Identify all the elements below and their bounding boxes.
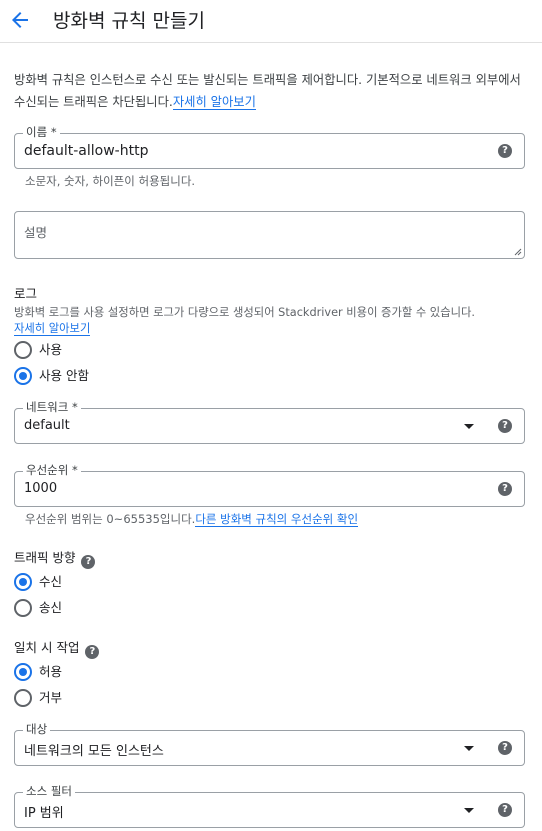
radio-circle-selected[interactable]	[14, 367, 32, 385]
logs-option-on-label: 사용	[39, 342, 63, 357]
action-title-text: 일치 시 작업	[14, 640, 80, 655]
help-icon[interactable]: ?	[498, 419, 512, 433]
name-value: default-allow-http	[24, 143, 149, 159]
radio-circle[interactable]	[14, 341, 32, 359]
priority-field[interactable]: 우선순위 * 1000 ?	[14, 463, 525, 507]
radio-circle-selected[interactable]	[14, 663, 32, 681]
name-hint: 소문자, 숫자, 하이픈이 허용됩니다.	[25, 174, 196, 188]
logs-title: 로그	[14, 286, 38, 301]
priority-hint-text: 우선순위 범위는 0~65535입니다.	[25, 512, 196, 526]
logs-learn-more-link[interactable]: 자세히 알아보기	[14, 322, 91, 336]
radio-circle[interactable]	[14, 689, 32, 707]
logs-description: 방화벽 로그를 사용 설정하면 로그가 다량으로 생성되어 Stackdrive…	[14, 305, 534, 337]
priority-hint: 우선순위 범위는 0~65535입니다.다른 방화벽 규칙의 우선순위 확인	[25, 511, 359, 527]
name-field[interactable]: 이름 * default-allow-http ?	[14, 125, 525, 169]
targets-label: 대상	[23, 722, 51, 736]
help-icon[interactable]: ?	[498, 803, 512, 817]
logs-text: 방화벽 로그를 사용 설정하면 로그가 다량으로 생성되어 Stackdrive…	[14, 306, 475, 319]
priority-check-link[interactable]: 다른 방화벽 규칙의 우선순위 확인	[195, 512, 359, 527]
help-icon[interactable]: ?	[81, 555, 96, 569]
help-icon[interactable]: ?	[498, 482, 512, 496]
radio-circle-selected[interactable]	[14, 573, 32, 591]
targets-select[interactable]: 대상 네트워크의 모든 인스턴스 ?	[14, 722, 525, 766]
action-option-deny-label: 거부	[39, 690, 63, 705]
action-title: 일치 시 작업?	[14, 637, 100, 659]
network-label: 네트워크 *	[23, 400, 81, 414]
arrow-back-icon[interactable]	[8, 8, 32, 32]
direction-title-text: 트래픽 방향	[14, 550, 76, 565]
help-icon[interactable]: ?	[498, 741, 512, 755]
help-icon[interactable]: ?	[498, 144, 512, 158]
network-select[interactable]: 네트워크 * default ?	[14, 400, 525, 444]
dropdown-caret-icon	[464, 808, 474, 813]
action-option-allow-label: 허용	[39, 664, 63, 679]
priority-value: 1000	[24, 481, 58, 496]
dropdown-caret-icon	[464, 424, 474, 429]
source-filter-value: IP 범위	[24, 806, 64, 821]
direction-title: 트래픽 방향?	[14, 547, 96, 569]
top-bar: 방화벽 규칙 만들기	[0, 0, 542, 43]
network-value: default	[24, 418, 70, 433]
description-textarea[interactable]: 설명	[14, 211, 525, 259]
learn-more-link[interactable]: 자세히 알아보기	[172, 95, 256, 110]
intro-description: 방화벽 규칙은 인스턴스로 수신 또는 발신되는 트래픽을 제어합니다. 기본적…	[14, 69, 534, 113]
resize-handle-icon[interactable]	[514, 248, 522, 256]
targets-value: 네트워크의 모든 인스턴스	[24, 744, 164, 759]
source-filter-label: 소스 필터	[23, 784, 75, 798]
priority-label: 우선순위 *	[23, 463, 81, 477]
page-title: 방화벽 규칙 만들기	[53, 10, 205, 32]
intro-text: 방화벽 규칙은 인스턴스로 수신 또는 발신되는 트래픽을 제어합니다. 기본적…	[14, 73, 521, 109]
help-icon[interactable]: ?	[85, 645, 100, 659]
description-placeholder: 설명	[24, 225, 48, 240]
logs-option-off-label: 사용 안함	[39, 368, 89, 383]
source-filter-select[interactable]: 소스 필터 IP 범위 ?	[14, 784, 525, 828]
dropdown-caret-icon	[464, 746, 474, 751]
direction-option-ingress-label: 수신	[39, 574, 63, 589]
direction-option-egress-label: 송신	[39, 600, 63, 615]
name-label: 이름 *	[23, 125, 60, 139]
radio-circle[interactable]	[14, 599, 32, 617]
